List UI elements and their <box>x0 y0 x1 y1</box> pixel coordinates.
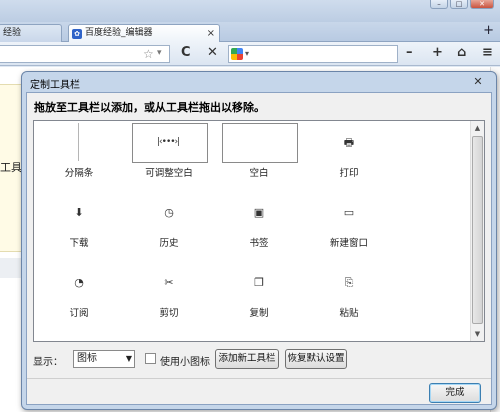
add-new-toolbar-button[interactable]: 添加新工具栏 <box>215 349 279 369</box>
minimize-button[interactable]: – <box>430 0 448 9</box>
tab-experience[interactable]: 经验 <box>0 24 62 42</box>
palette-item-history[interactable]: ◷ 历史 <box>124 193 214 253</box>
palette-item-label: 剪切 <box>159 308 179 319</box>
tab-baidu-editor[interactable]: ✿ 百度经验_编辑器 × <box>68 24 220 42</box>
download-icon: ⬇ <box>74 206 84 219</box>
scroll-down-icon[interactable]: ▼ <box>471 327 484 341</box>
browser-titlebar: – □ ✕ <box>0 0 500 22</box>
url-dropdown-icon[interactable]: ▾ <box>157 48 162 58</box>
palette-item-label: 下载 <box>69 238 89 249</box>
restore-default-button[interactable]: 恢复默认设置 <box>285 349 347 369</box>
printer-icon: 🖶 <box>343 136 355 149</box>
done-button[interactable]: 完成 <box>429 383 481 403</box>
window-controls: – □ ✕ <box>430 0 494 9</box>
nav-bar: ☆ ▾ C ✕ ▾ – + ⌂ ≡ <box>0 42 500 66</box>
palette-item-label: 历史 <box>159 238 179 249</box>
reload-icon[interactable]: C <box>181 45 191 60</box>
maximize-button[interactable]: □ <box>450 0 468 9</box>
new-window-icon: ▭ <box>343 206 355 219</box>
scrollbar-thumb[interactable] <box>472 136 483 324</box>
scissors-icon: ✂ <box>164 276 174 289</box>
baidu-paw-icon: ✿ <box>72 29 82 39</box>
palette-item-new-window[interactable]: ▭ 新建窗口 <box>304 193 394 253</box>
palette-item-flexible-space[interactable]: |‹•••›| 可调整空白 <box>124 123 214 183</box>
palette-item-label: 分隔条 <box>64 168 94 179</box>
palette-item-feed[interactable]: ◔ 订阅 <box>34 263 124 323</box>
palette-item-separator[interactable]: 分隔条 <box>34 123 124 183</box>
history-clock-icon: ◷ <box>164 206 174 219</box>
space-box <box>222 123 298 163</box>
stop-icon[interactable]: ✕ <box>207 45 218 60</box>
copy-icon: ❐ <box>254 276 264 289</box>
search-bar[interactable]: ▾ <box>228 45 398 63</box>
small-icons-label: 使用小图标 <box>160 357 210 368</box>
palette-item-cut[interactable]: ✂ 剪切 <box>124 263 214 323</box>
dialog-body: 拖放至工具栏以添加，或从工具栏拖出以移除。 分隔条 |‹•••›| 可调整空白 … <box>26 92 492 405</box>
palette-item-print[interactable]: 🖶 打印 <box>304 123 394 183</box>
zoom-in-icon[interactable]: + <box>432 45 443 60</box>
small-icons-checkbox[interactable] <box>145 353 156 364</box>
bookmark-star-icon: ▣ <box>253 206 265 219</box>
palette-item-bookmarks[interactable]: ▣ 书签 <box>214 193 304 253</box>
page-text-fragment: 工具 <box>0 161 22 174</box>
dialog-options-row: 显示： 图标 ▼ 使用小图标 添加新工具栏 恢复默认设置 <box>33 349 485 371</box>
palette-item-label: 粘贴 <box>339 308 359 319</box>
zoom-out-icon[interactable]: – <box>406 45 413 60</box>
new-tab-button[interactable]: + <box>483 22 494 40</box>
separator-icon <box>78 123 79 161</box>
palette-item-label: 空白 <box>249 168 269 179</box>
tab-close-icon[interactable]: × <box>207 25 215 42</box>
customize-toolbar-dialog: 定制工具栏 ✕ 拖放至工具栏以添加，或从工具栏拖出以移除。 分隔条 |‹•••›… <box>21 71 497 410</box>
palette-scrollbar[interactable]: ▲ ▼ <box>470 121 484 341</box>
scroll-up-icon[interactable]: ▲ <box>471 121 484 135</box>
dialog-divider <box>27 378 491 379</box>
url-bar[interactable]: ☆ ▾ <box>0 45 170 63</box>
palette-item-label: 可调整空白 <box>145 168 193 179</box>
search-engine-dropdown-icon[interactable]: ▾ <box>245 49 249 58</box>
home-icon[interactable]: ⌂ <box>457 45 466 60</box>
palette-item-space[interactable]: 空白 <box>214 123 304 183</box>
palette-item-download[interactable]: ⬇ 下载 <box>34 193 124 253</box>
rss-feed-icon: ◔ <box>74 276 84 289</box>
dialog-title: 定制工具栏 <box>30 80 80 91</box>
toolbar-item-palette: 分隔条 |‹•••›| 可调整空白 空白 🖶 打印 ⬇ 下载 ◷ 历史 ▣ 书签… <box>33 120 485 342</box>
palette-item-label: 书签 <box>249 238 269 249</box>
tab-label: 经验 <box>3 28 22 38</box>
show-label: 显示： <box>33 357 63 368</box>
tab-label: 百度经验_编辑器 <box>85 28 153 38</box>
tab-strip: 经验 ✿ 百度经验_编辑器 × <box>0 22 500 42</box>
flexible-space-icon: |‹•••›| <box>157 137 180 147</box>
dialog-close-button[interactable]: ✕ <box>470 75 486 89</box>
show-mode-select[interactable]: 图标 ▼ <box>73 350 135 368</box>
palette-item-label: 打印 <box>339 168 359 179</box>
palette-item-copy[interactable]: ❐ 复制 <box>214 263 304 323</box>
palette-item-label: 订阅 <box>69 308 89 319</box>
show-mode-value: 图标 <box>77 353 97 364</box>
chevron-down-icon: ▼ <box>125 354 132 363</box>
bookmarks-menu-icon[interactable]: ≡ <box>482 45 493 60</box>
bookmark-star-icon[interactable]: ☆ <box>143 47 154 61</box>
flexible-space-box: |‹•••›| <box>132 123 208 163</box>
dialog-instruction: 拖放至工具栏以添加，或从工具栏拖出以移除。 <box>34 101 265 114</box>
google-logo-icon <box>231 48 243 60</box>
paste-clipboard-icon: ⎘ <box>344 276 354 289</box>
page-grey-band <box>0 258 22 278</box>
palette-item-label: 新建窗口 <box>329 238 368 249</box>
window-close-button[interactable]: ✕ <box>470 0 494 9</box>
palette-item-paste[interactable]: ⎘ 粘贴 <box>304 263 394 323</box>
palette-item-label: 复制 <box>249 308 269 319</box>
